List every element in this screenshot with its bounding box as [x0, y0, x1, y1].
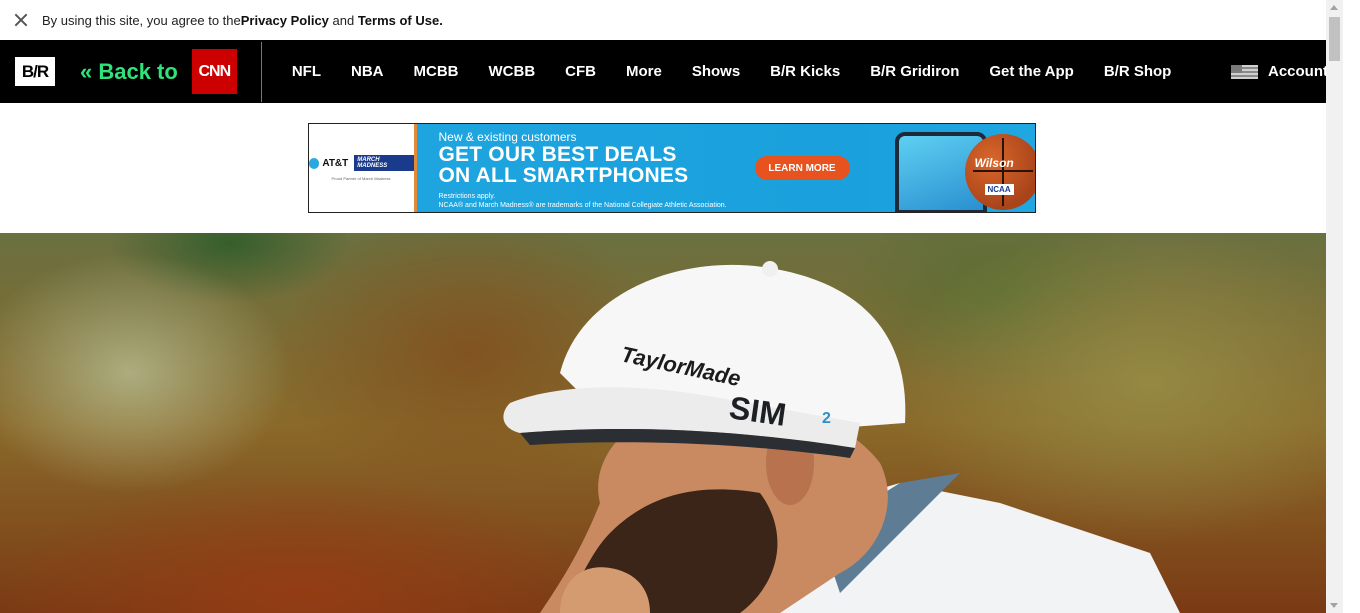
back-to-cnn-link[interactable]: « Back to	[80, 59, 178, 85]
learn-more-button[interactable]: LEARN MORE	[754, 156, 850, 180]
account-menu[interactable]: Account	[1231, 40, 1328, 103]
ad-main-panel: New & existing customers GET OUR BEST DE…	[416, 124, 1035, 212]
cookie-notice: By using this site, you agree to the Pri…	[0, 0, 1343, 40]
hero-photo-golfer[interactable]: TaylorMade SIM 2	[0, 233, 1343, 613]
scroll-up-arrow-icon[interactable]	[1330, 5, 1338, 10]
us-flag-icon	[1231, 64, 1258, 79]
notice-text: By using this site, you agree to the	[42, 12, 241, 28]
nav-links: NFL NBA MCBB WCBB CFB More Shows B/R Kic…	[277, 63, 1187, 80]
scroll-thumb[interactable]	[1329, 17, 1340, 61]
att-brand-text: AT&T	[322, 157, 349, 169]
nav-link-more[interactable]: More	[611, 63, 677, 80]
nav-divider	[260, 41, 262, 102]
svg-text:2: 2	[822, 410, 831, 427]
att-globe-icon	[308, 157, 320, 169]
march-madness-badge: MARCH MADNESS	[354, 155, 414, 171]
ball-brand: Wilson	[974, 156, 1014, 170]
nav-link-mcbb[interactable]: MCBB	[399, 63, 474, 80]
page: By using this site, you agree to the Pri…	[0, 0, 1343, 613]
ad-container: AT&T MARCH MADNESS Proud Partner of Marc…	[0, 103, 1343, 233]
nav-link-nfl[interactable]: NFL	[277, 63, 336, 80]
nav-link-get-the-app[interactable]: Get the App	[974, 63, 1088, 80]
close-icon[interactable]	[14, 13, 28, 27]
ball-ncaa-badge: NCAA	[984, 184, 1014, 195]
ad-brand-panel: AT&T MARCH MADNESS Proud Partner of Marc…	[308, 124, 417, 212]
main-nav: B/R « Back to CNN NFL NBA MCBB WCBB CFB …	[0, 40, 1343, 103]
att-logo: AT&T MARCH MADNESS	[308, 155, 414, 171]
back-label: « Back to	[80, 58, 178, 84]
nav-link-br-shop[interactable]: B/R Shop	[1089, 63, 1187, 80]
golfer-illustration: TaylorMade SIM 2	[503, 261, 1180, 613]
nav-link-shows[interactable]: Shows	[677, 63, 755, 80]
basketball-image: Wilson NCAA	[964, 134, 1035, 210]
nav-link-br-kicks[interactable]: B/R Kicks	[755, 63, 855, 80]
privacy-policy-link[interactable]: Privacy Policy	[241, 13, 329, 28]
page-scrollbar[interactable]	[1326, 0, 1343, 613]
partner-note: Proud Partner of March Madness	[331, 176, 391, 181]
terms-of-use-link[interactable]: Terms of Use.	[358, 13, 443, 28]
nav-link-nba[interactable]: NBA	[336, 63, 399, 80]
account-label: Account	[1268, 63, 1328, 80]
att-banner-ad[interactable]: AT&T MARCH MADNESS Proud Partner of Marc…	[307, 123, 1036, 213]
nav-link-wcbb[interactable]: WCBB	[474, 63, 551, 80]
cnn-logo[interactable]: CNN	[191, 49, 237, 94]
scroll-down-arrow-icon[interactable]	[1330, 603, 1338, 608]
nav-link-cfb[interactable]: CFB	[550, 63, 611, 80]
br-logo[interactable]: B/R	[15, 57, 55, 86]
nav-link-br-gridiron[interactable]: B/R Gridiron	[855, 63, 974, 80]
notice-and-text: and	[328, 12, 358, 28]
